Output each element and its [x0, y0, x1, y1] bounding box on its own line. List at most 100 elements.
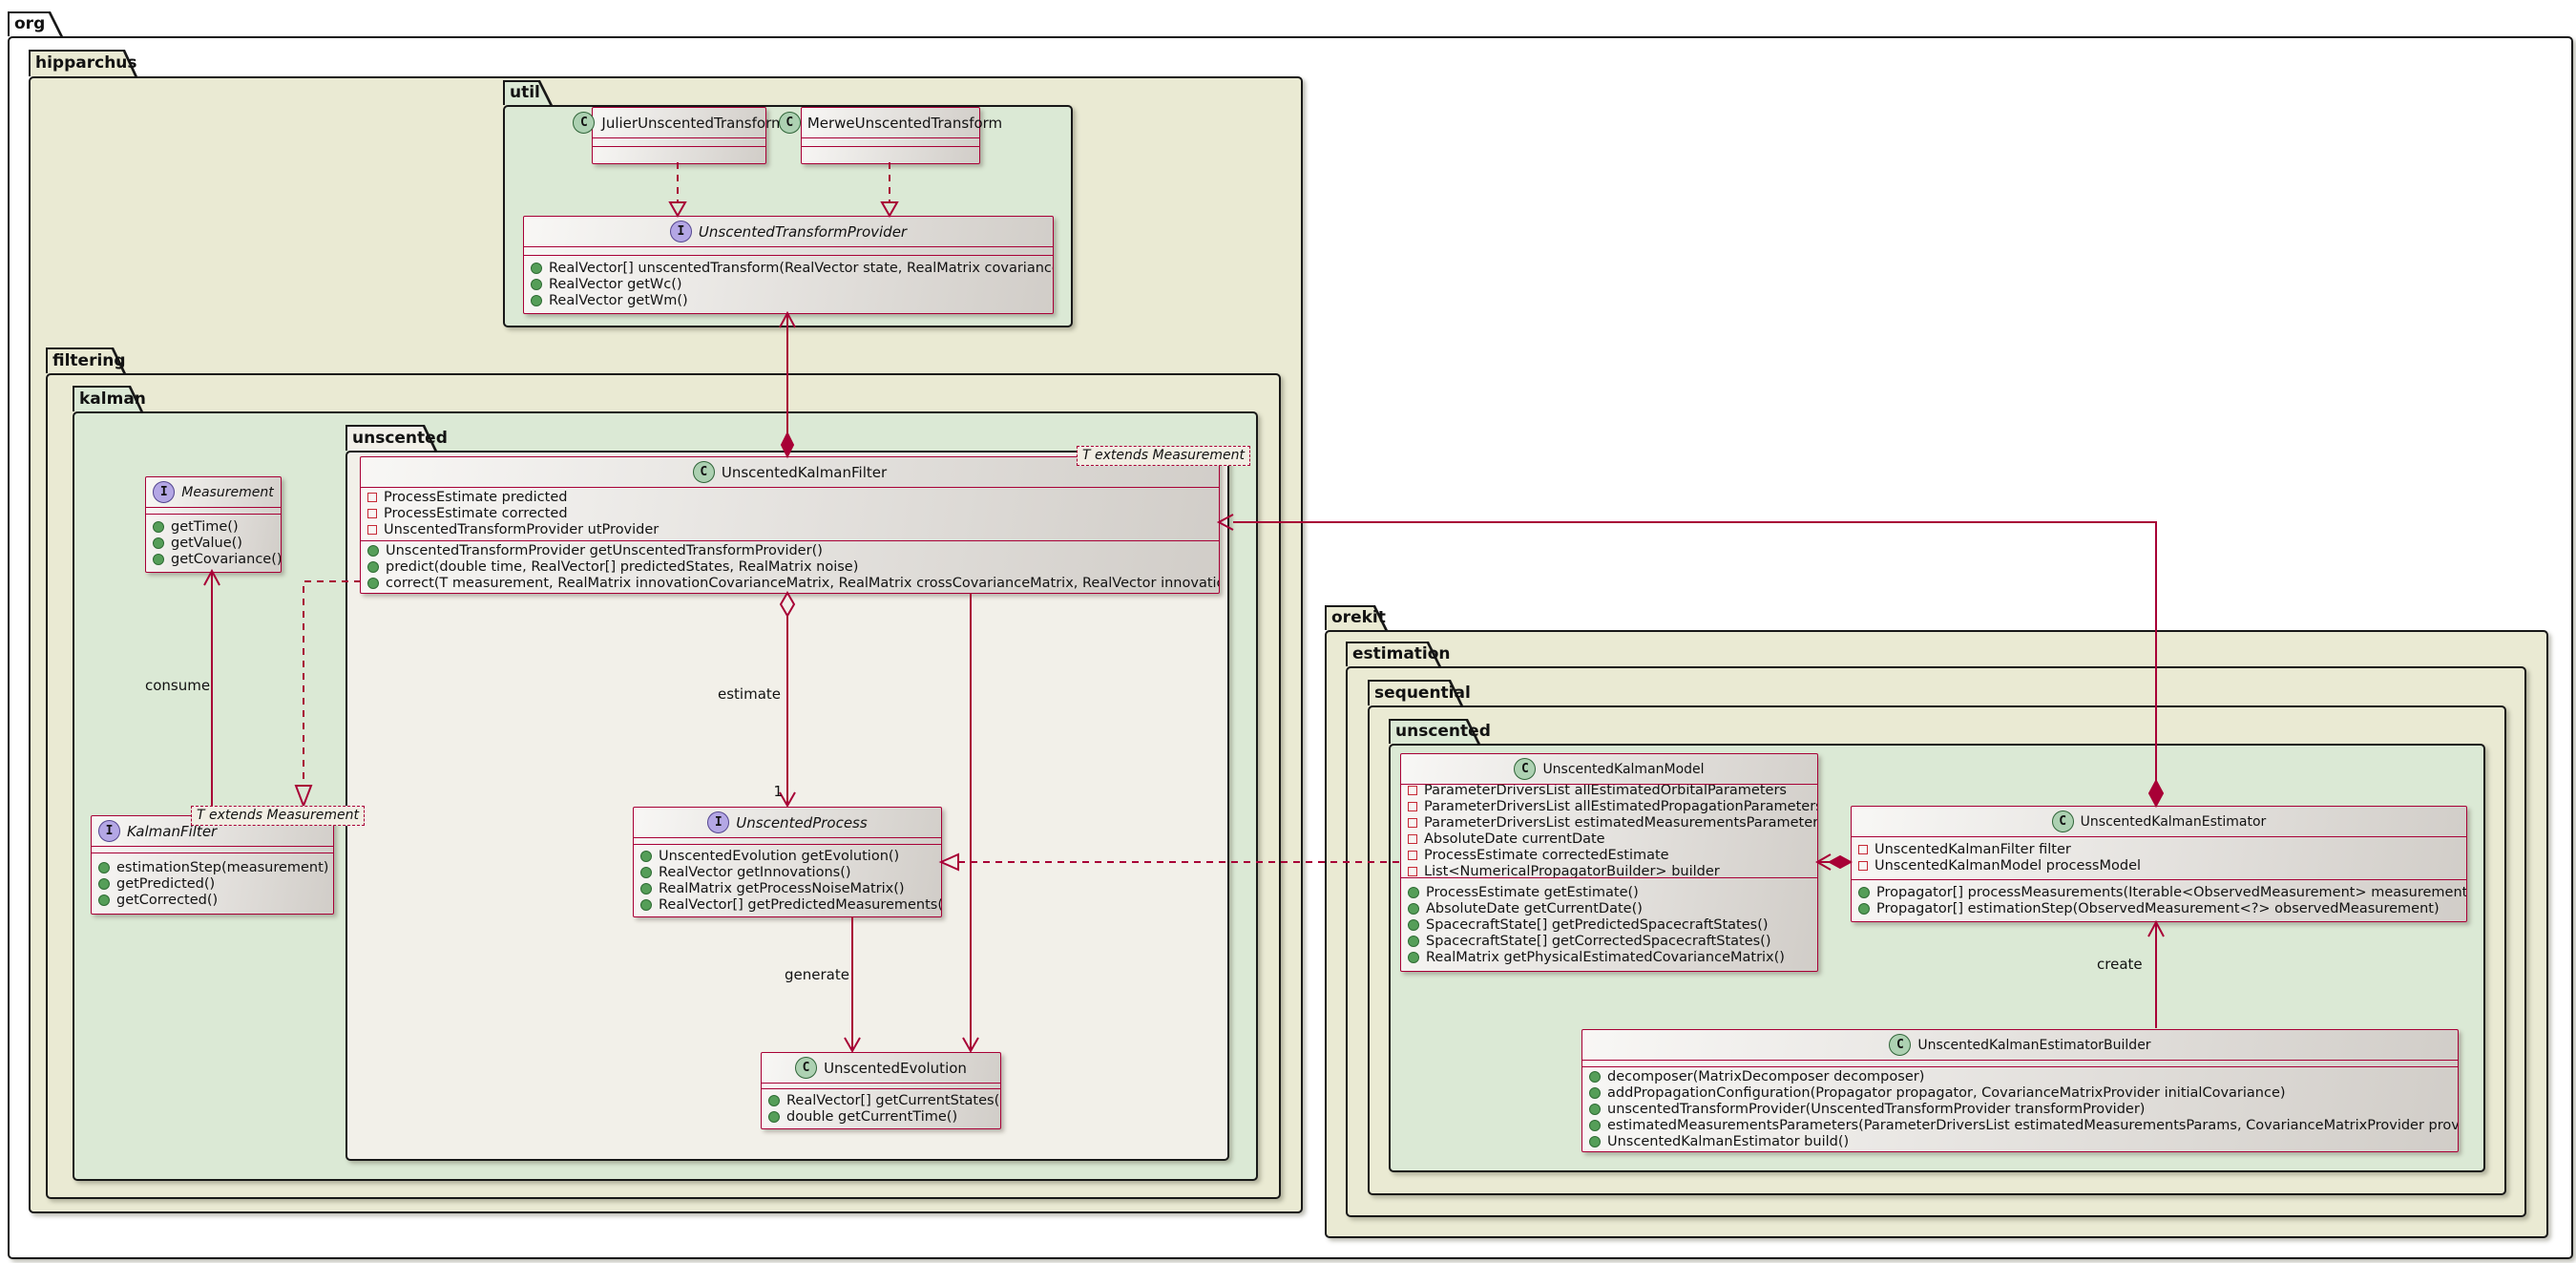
method-section: RealVector[] unscentedTransform(RealVect…: [524, 256, 1053, 313]
field-row: ProcessEstimate corrected: [361, 506, 1219, 522]
field-section: ProcessEstimate predicted ProcessEstimat…: [361, 488, 1219, 540]
method-row: SpacecraftState[] getCorrectedSpacecraft…: [1401, 933, 1817, 949]
private-field-icon: [1408, 802, 1417, 811]
public-method-icon: [367, 561, 379, 573]
public-method-icon: [640, 851, 652, 862]
class-header: C MerweUnscentedTransform: [802, 108, 979, 137]
public-method-icon: [531, 295, 542, 306]
interface-name: UnscentedProcess: [736, 814, 867, 831]
public-method-icon: [768, 1111, 780, 1123]
public-method-icon: [367, 578, 379, 589]
interface-name: UnscentedTransformProvider: [699, 223, 907, 241]
interface-header: I UnscentedTransformProvider: [524, 217, 1053, 246]
field-row: AbsoluteDate currentDate: [1401, 831, 1817, 848]
package-tab-kalman: kalman: [73, 386, 143, 411]
public-method-icon: [153, 521, 164, 533]
interface-icon: I: [153, 481, 175, 503]
public-method-icon: [1408, 952, 1419, 963]
package-label-kalman: kalman: [79, 386, 129, 411]
class-name: UnscentedKalmanEstimator: [2081, 814, 2267, 830]
method-row: getPredicted(): [92, 875, 333, 892]
field-row: ParameterDriversList allEstimatedOrbital…: [1401, 785, 1817, 799]
package-tab-hipparchus: hipparchus: [29, 50, 137, 76]
class-header: C UnscentedKalmanEstimator: [1852, 807, 2466, 836]
method-row: RealVector getWm(): [524, 293, 1053, 309]
interface-name: Measurement: [181, 485, 273, 500]
method-row: getCorrected(): [92, 892, 333, 908]
edge-label-create: create: [2097, 956, 2143, 973]
private-field-icon: [1408, 851, 1417, 860]
package-label-org: org: [14, 11, 49, 36]
private-field-icon: [1858, 845, 1868, 854]
package-tab-orekit: orekit: [1325, 605, 1388, 630]
public-method-icon: [98, 895, 110, 906]
public-method-icon: [531, 279, 542, 290]
class-name: UnscentedKalmanEstimatorBuilder: [1917, 1038, 2150, 1053]
package-tab-org: org: [8, 11, 63, 36]
package-label-estimation: estimation: [1352, 642, 1427, 666]
package-label-hipparchus: hipparchus: [35, 50, 123, 76]
public-method-icon: [98, 862, 110, 874]
package-label-unscented-orekit: unscented: [1395, 719, 1466, 744]
class-merwe-unscented-transform: C MerweUnscentedTransform: [801, 107, 980, 164]
class-unscented-kalman-estimator: C UnscentedKalmanEstimator UnscentedKalm…: [1851, 806, 2467, 922]
public-method-icon: [153, 554, 164, 565]
public-method-icon: [98, 878, 110, 890]
method-row: RealMatrix getProcessNoiseMatrix(): [634, 881, 941, 897]
private-field-icon: [1408, 834, 1417, 844]
class-header: C UnscentedEvolution: [762, 1053, 1000, 1083]
edge-label-consume: consume: [145, 677, 210, 694]
class-unscented-kalman-estimator-builder: C UnscentedKalmanEstimatorBuilder decomp…: [1581, 1029, 2459, 1152]
edge-label-estimate: estimate: [718, 685, 781, 703]
interface-kalman-filter: I KalmanFilter estimationStep(measuremen…: [91, 815, 334, 915]
public-method-icon: [1408, 936, 1419, 947]
class-icon: C: [1889, 1034, 1911, 1056]
method-section: ProcessEstimate getEstimate() AbsoluteDa…: [1401, 878, 1817, 971]
class-name: UnscentedKalmanModel: [1542, 762, 1704, 777]
public-method-icon: [367, 545, 379, 557]
method-section: Propagator[] processMeasurements(Iterabl…: [1852, 880, 2466, 922]
public-method-icon: [531, 263, 542, 274]
package-tab-unscented-hipparchus: unscented: [346, 425, 437, 451]
class-icon: C: [693, 461, 715, 483]
method-row: UnscentedEvolution getEvolution(): [634, 849, 941, 865]
generic-tag-kalman-filter: T extends Measurement: [191, 806, 365, 826]
public-method-icon: [1589, 1071, 1601, 1083]
public-method-icon: [153, 537, 164, 549]
interface-icon: I: [707, 811, 729, 833]
method-row: UnscentedKalmanEstimator build(): [1582, 1134, 2458, 1150]
edge-label-generate: generate: [785, 966, 849, 983]
class-icon: C: [1514, 758, 1536, 780]
interface-measurement: I Measurement getTime() getValue() getCo…: [145, 476, 282, 573]
public-method-icon: [640, 899, 652, 911]
public-method-icon: [1408, 887, 1419, 898]
method-row: RealVector getInnovations(): [634, 865, 941, 881]
method-row: estimatedMeasurementsParameters(Paramete…: [1582, 1118, 2458, 1134]
method-section: estimationStep(measurement) getPredicted…: [92, 853, 333, 914]
method-row: UnscentedTransformProvider getUnscentedT…: [361, 542, 1219, 558]
class-name: UnscentedEvolution: [824, 1060, 967, 1077]
private-field-icon: [367, 493, 377, 502]
public-method-icon: [640, 867, 652, 878]
private-field-icon: [367, 509, 377, 518]
field-section: ParameterDriversList allEstimatedOrbital…: [1401, 785, 1817, 877]
package-tab-unscented-orekit: unscented: [1389, 719, 1480, 744]
uml-class-diagram: org hipparchus util filtering kalman uns…: [0, 0, 2576, 1263]
interface-header: I UnscentedProcess: [634, 808, 941, 837]
public-method-icon: [1589, 1120, 1601, 1131]
method-section: RealVector[] getCurrentStates() double g…: [762, 1089, 1000, 1128]
class-name: JulierUnscentedTransform: [601, 115, 785, 132]
class-icon: C: [2052, 810, 2074, 832]
class-icon: C: [795, 1057, 817, 1079]
method-row: double getCurrentTime(): [762, 1109, 1000, 1126]
method-row: correct(T measurement, RealMatrix innova…: [361, 575, 1219, 591]
method-section: UnscentedTransformProvider getUnscentedT…: [361, 541, 1219, 594]
method-row: AbsoluteDate getCurrentDate(): [1401, 900, 1817, 916]
interface-header: I Measurement: [146, 477, 281, 507]
private-field-icon: [1408, 786, 1417, 795]
method-row: RealVector[] getPredictedMeasurements(): [634, 897, 941, 914]
class-name: MerweUnscentedTransform: [807, 115, 1002, 132]
private-field-icon: [1408, 867, 1417, 876]
field-row: ParameterDriversList estimatedMeasuremen…: [1401, 815, 1817, 831]
public-method-icon: [640, 883, 652, 895]
